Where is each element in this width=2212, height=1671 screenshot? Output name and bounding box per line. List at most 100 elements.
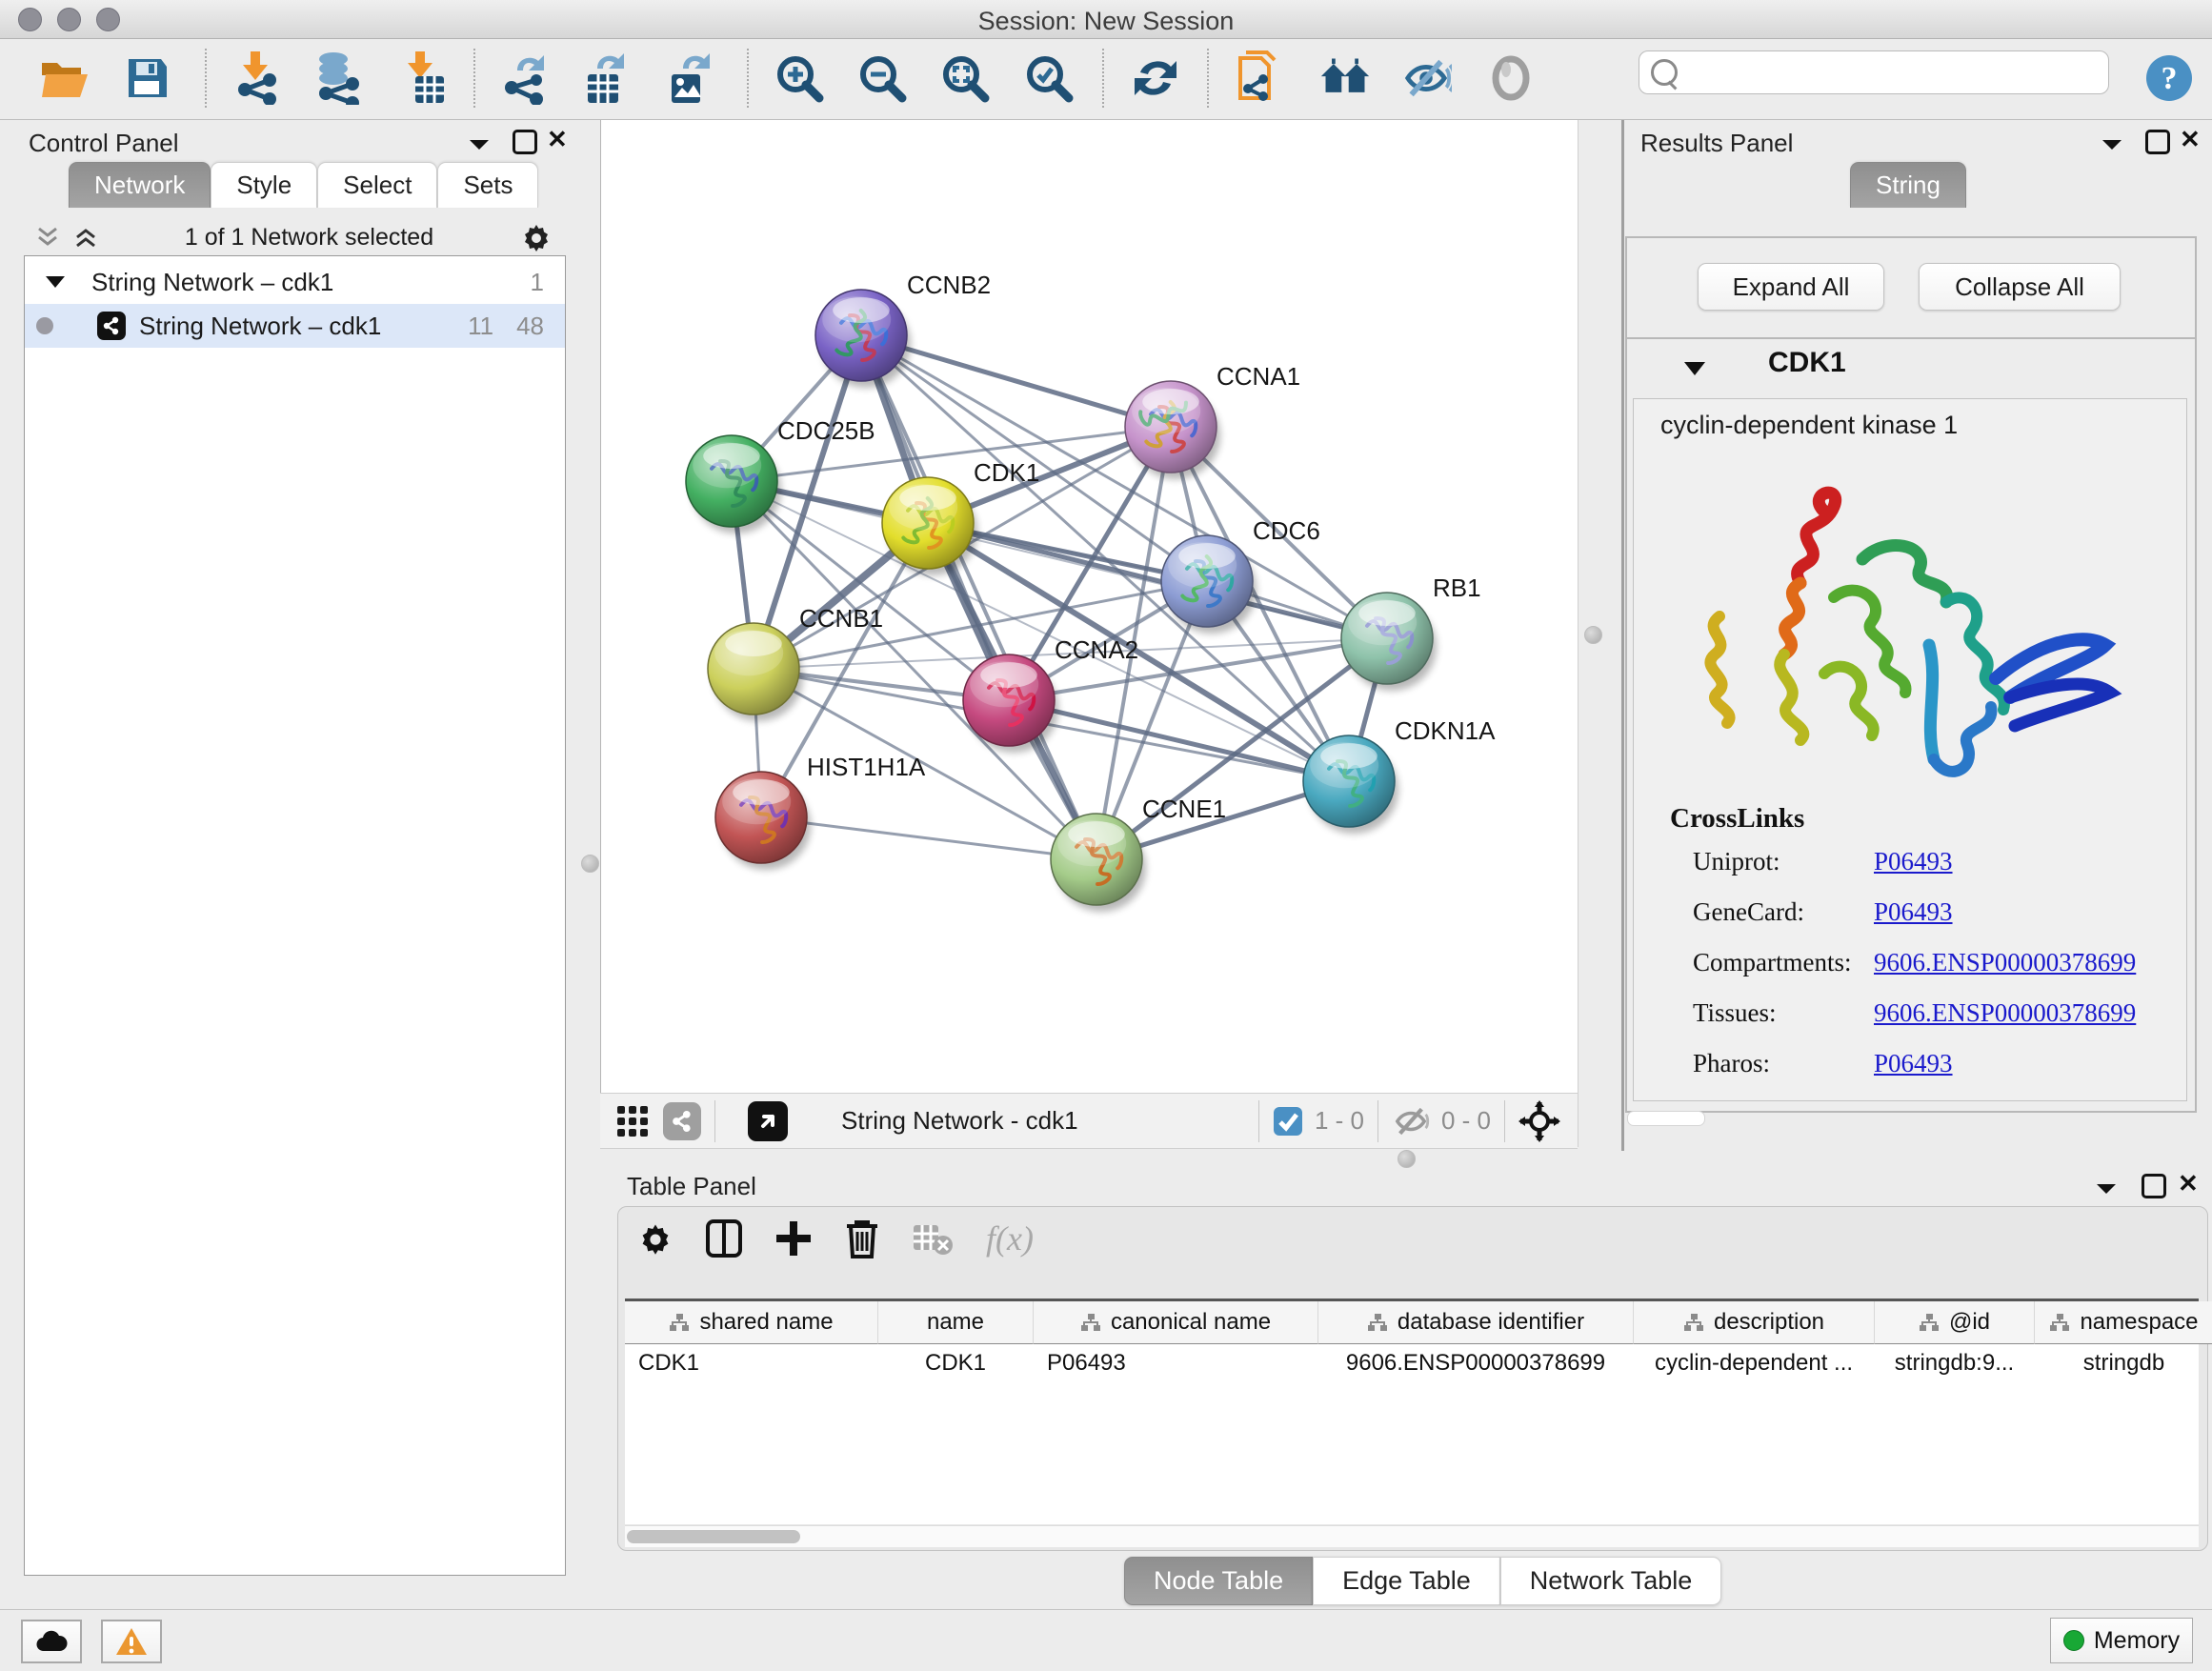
grid-view-icon[interactable]: [615, 1104, 650, 1138]
birds-eye-view-icon[interactable]: [748, 1101, 788, 1141]
table-panel-box: f(x) shared nameCDK1nameCDK1canonical na…: [617, 1206, 2208, 1551]
collapse-all-button[interactable]: Collapse All: [1919, 263, 2121, 311]
table-h-scrollbar-thumb[interactable]: [627, 1530, 800, 1543]
open-session-icon[interactable]: [39, 52, 90, 104]
save-session-icon[interactable]: [122, 52, 173, 104]
show-columns-icon[interactable]: [706, 1219, 742, 1258]
tab-string[interactable]: String: [1850, 162, 1966, 208]
toolbar-separator: [1102, 49, 1104, 108]
results-scrollbar-thumb[interactable]: [1627, 1111, 1705, 1126]
zoom-out-icon[interactable]: [856, 52, 908, 104]
fit-content-crosshair-icon[interactable]: [1518, 1100, 1560, 1142]
results-panel-menu-icon[interactable]: [2100, 137, 2124, 152]
node-CCNB1[interactable]: CCNB1: [708, 604, 883, 721]
hidden-elements-icon[interactable]: [1392, 1105, 1430, 1137]
right-splitter-handle[interactable]: [1584, 626, 1602, 644]
selected-nodes-checkbox-icon[interactable]: [1273, 1106, 1303, 1137]
search-input[interactable]: [1685, 53, 2108, 91]
network-collection-row[interactable]: String Network – cdk1 1: [25, 260, 565, 304]
column-header-canonical-name[interactable]: canonical name: [1034, 1301, 1318, 1344]
column-header-database-identifier[interactable]: database identifier: [1318, 1301, 1634, 1344]
control-panel-menu-icon[interactable]: [467, 137, 492, 152]
import-table-file-icon[interactable]: [398, 52, 450, 104]
control-panel-close-icon[interactable]: ✕: [547, 125, 568, 154]
zoom-in-icon[interactable]: [774, 52, 825, 104]
crosslink-link[interactable]: P06493: [1874, 847, 1953, 876]
memory-button[interactable]: Memory: [2050, 1618, 2193, 1663]
shared-column-icon: [669, 1313, 690, 1332]
help-icon[interactable]: ?: [2143, 52, 2195, 104]
table-cell[interactable]: cyclin-dependent ...: [1634, 1344, 1874, 1382]
first-neighbors-icon[interactable]: [1319, 52, 1371, 104]
new-network-from-selection-icon[interactable]: [1234, 52, 1285, 104]
collapse-all-icon[interactable]: [35, 225, 60, 250]
table-panel-float-icon[interactable]: [2142, 1174, 2166, 1198]
expand-all-button[interactable]: Expand All: [1698, 263, 1884, 311]
table-h-scrollbar[interactable]: [625, 1525, 2199, 1547]
table-panel-close-icon[interactable]: ✕: [2178, 1169, 2199, 1198]
column-header-name[interactable]: name: [878, 1301, 1034, 1344]
table-cell[interactable]: 9606.ENSP00000378699: [1318, 1344, 1633, 1382]
expand-all-icon[interactable]: [73, 225, 98, 250]
tab-node-table[interactable]: Node Table: [1124, 1557, 1313, 1605]
cloud-status-button[interactable]: [21, 1620, 82, 1663]
function-builder-icon[interactable]: f(x): [986, 1218, 1034, 1258]
search-field[interactable]: [1639, 50, 2109, 94]
add-column-icon[interactable]: [774, 1219, 813, 1258]
table-cell[interactable]: CDK1: [625, 1344, 891, 1382]
tab-select[interactable]: Select: [317, 162, 437, 208]
hide-selected-icon[interactable]: [1400, 52, 1452, 104]
column-header-namespace[interactable]: namespace: [2035, 1301, 2212, 1344]
tab-network[interactable]: Network: [69, 162, 211, 208]
show-all-icon[interactable]: [1485, 52, 1537, 104]
tab-network-table[interactable]: Network Table: [1500, 1557, 1722, 1605]
section-expander-icon[interactable]: [1682, 360, 1707, 377]
crosslink-link[interactable]: 9606.ENSP00000378699: [1874, 998, 2136, 1028]
table-cell[interactable]: CDK1: [878, 1344, 1033, 1382]
export-image-icon[interactable]: [663, 52, 714, 104]
table-cell[interactable]: stringdb:9...: [1875, 1344, 2034, 1382]
column-header--id[interactable]: @id: [1875, 1301, 2035, 1344]
column-header-shared-name[interactable]: shared name: [625, 1301, 878, 1344]
import-network-file-icon[interactable]: [231, 52, 282, 104]
node-CCNA1[interactable]: CCNA1: [1125, 362, 1300, 479]
crosslink-link[interactable]: P06493: [1874, 897, 1953, 927]
left-splitter-handle[interactable]: [581, 855, 599, 873]
export-network-icon[interactable]: [499, 52, 551, 104]
delete-table-icon[interactable]: [912, 1221, 954, 1256]
column-header-description[interactable]: description: [1634, 1301, 1875, 1344]
results-panel-float-icon[interactable]: [2145, 130, 2170, 154]
zoom-fit-icon[interactable]: [939, 52, 991, 104]
string-view-icon[interactable]: [663, 1102, 701, 1140]
table-cell[interactable]: P06493: [1034, 1344, 1331, 1382]
zoom-selected-icon[interactable]: [1023, 52, 1075, 104]
crosslink-link[interactable]: 9606.ENSP00000378699: [1874, 948, 2136, 977]
tab-edge-table[interactable]: Edge Table: [1313, 1557, 1500, 1605]
node-table[interactable]: shared nameCDK1nameCDK1canonical nameP06…: [625, 1299, 2199, 1524]
tab-style[interactable]: Style: [211, 162, 317, 208]
warning-status-button[interactable]: [101, 1620, 162, 1663]
application-window: Session: New Session: [0, 0, 2212, 1671]
node-CCNB2[interactable]: CCNB2: [815, 271, 991, 388]
node-RB1[interactable]: RB1: [1341, 574, 1481, 691]
tab-sets[interactable]: Sets: [437, 162, 538, 208]
table-cell[interactable]: stringdb: [2035, 1344, 2212, 1382]
control-panel-float-icon[interactable]: [513, 130, 537, 154]
import-network-database-icon[interactable]: [311, 52, 362, 104]
export-table-icon[interactable]: [579, 52, 631, 104]
delete-column-icon[interactable]: [845, 1218, 879, 1258]
expander-icon[interactable]: [44, 274, 67, 290]
results-panel-close-icon[interactable]: ✕: [2180, 125, 2201, 154]
node-CDKN1A[interactable]: CDKN1A: [1303, 716, 1496, 834]
cloud-icon: [34, 1630, 69, 1653]
edge-HIST1H1A-CCNE1[interactable]: [761, 817, 1096, 859]
gear-icon[interactable]: [520, 221, 553, 253]
network-row[interactable]: String Network – cdk1 11 48: [25, 304, 565, 348]
network-canvas[interactable]: CCNB2CCNA1CDC25BCDK1CDC6RB1CCNB1CCNA2CDK…: [600, 120, 1578, 1093]
apply-preferred-layout-icon[interactable]: [1130, 52, 1181, 104]
table-panel-menu-icon[interactable]: [2094, 1181, 2119, 1197]
crosslink-link[interactable]: P06493: [1874, 1049, 1953, 1078]
table-gear-icon[interactable]: [637, 1220, 674, 1257]
node-HIST1H1A[interactable]: HIST1H1A: [715, 753, 926, 870]
collection-count: 1: [531, 268, 544, 297]
